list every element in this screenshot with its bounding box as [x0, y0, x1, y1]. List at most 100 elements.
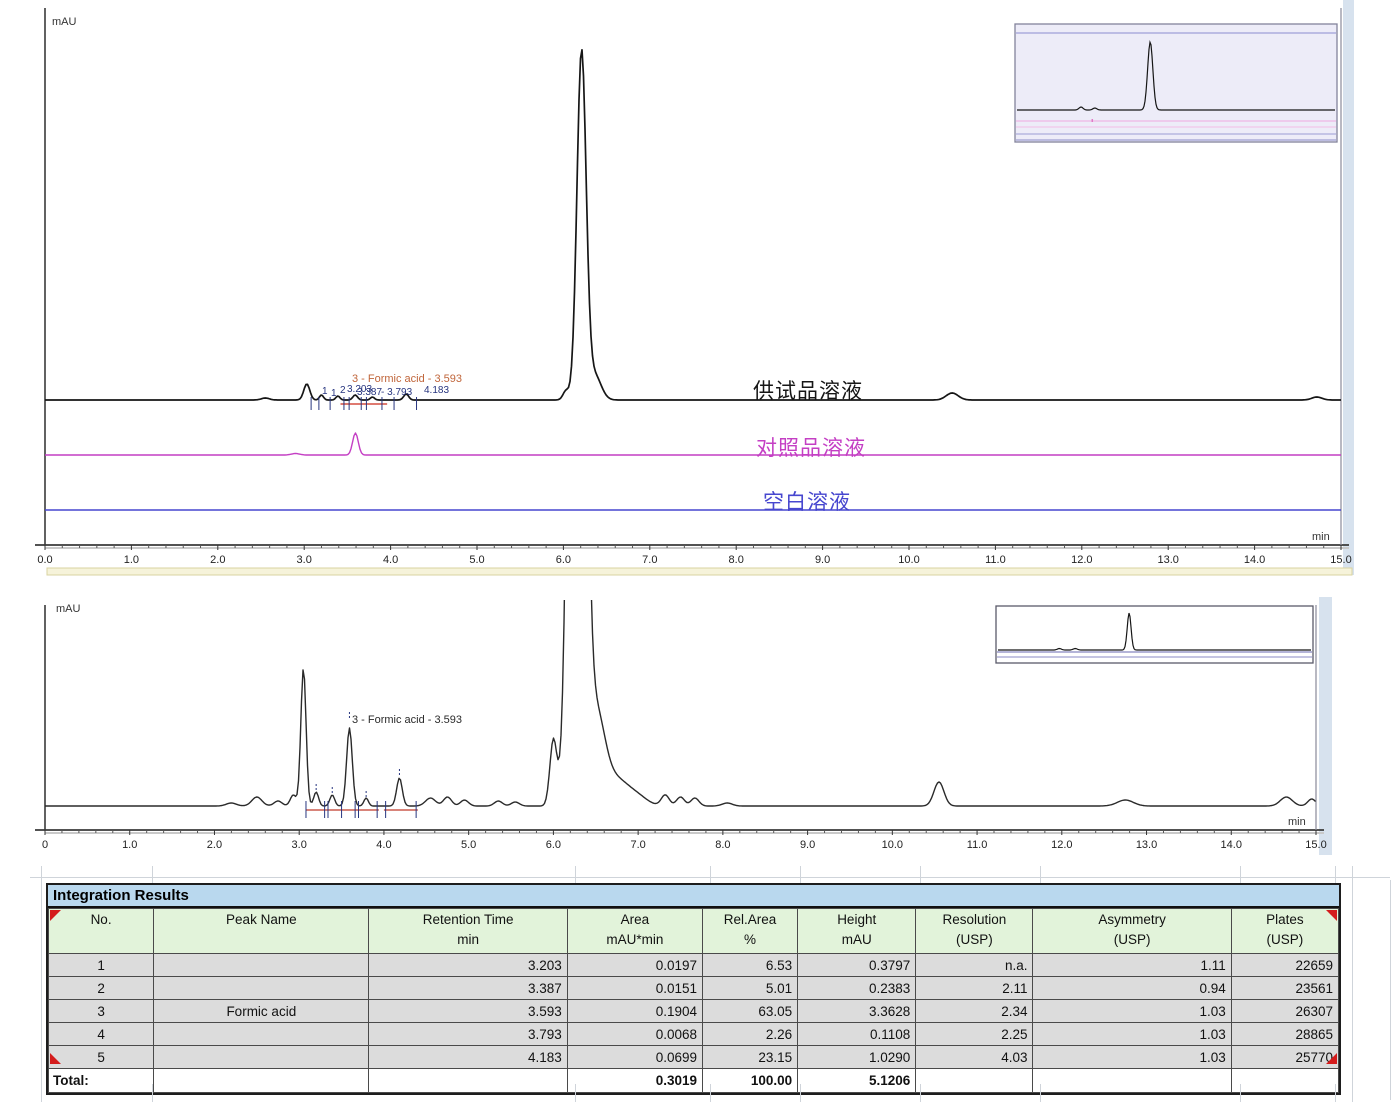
column-header: AreamAU*min — [567, 909, 702, 954]
integration-results-table: Integration Results No.Peak NameRetentio… — [46, 883, 1341, 1095]
x-tick-label: 3.0 — [277, 839, 321, 851]
x-tick-label: 0.0 — [23, 554, 67, 566]
table-cell — [916, 1069, 1033, 1093]
x-tick-label: 5.0 — [447, 839, 491, 851]
table-header-row: No.Peak NameRetention TimeminAreamAU*min… — [49, 909, 1339, 954]
table-cell — [369, 1069, 567, 1093]
gridline-remnant — [920, 866, 921, 883]
table-cell: 3.593 — [369, 1000, 567, 1023]
peak-annotation: 1 — [331, 389, 337, 399]
page-edge-strip — [1343, 0, 1354, 575]
table-cell: 0.3797 — [798, 954, 916, 977]
table-cell: 0.0068 — [567, 1023, 702, 1046]
page-edge-strip — [1319, 597, 1332, 855]
y-axis-unit-label: mAU — [56, 603, 80, 615]
sample-solution-label: 供试品溶液 — [753, 375, 863, 405]
gridline-remnant — [800, 1084, 801, 1102]
peak-annotation: 4.183 — [424, 386, 449, 396]
trace-sample-zoom — [45, 0, 1316, 806]
x-tick-label: 13.0 — [1125, 839, 1169, 851]
table-cell: 4.03 — [916, 1046, 1033, 1069]
table-cell: 63.05 — [702, 1000, 797, 1023]
integration-grid: No.Peak NameRetention TimeminAreamAU*min… — [48, 908, 1339, 1093]
x-tick-label: 10.0 — [870, 839, 914, 851]
table-cell: 26307 — [1231, 1000, 1338, 1023]
table-cell: 2.25 — [916, 1023, 1033, 1046]
gridline-remnant — [1040, 866, 1041, 883]
table-cell — [154, 954, 369, 977]
x-tick-label: 15.0 — [1294, 839, 1338, 851]
table-cell: 1 — [49, 954, 154, 977]
gridline-remnant — [575, 866, 576, 883]
x-tick-label: 2.0 — [196, 554, 240, 566]
table-cell: 3.203 — [369, 954, 567, 977]
chromatography-report-page: mAU min mAU min 供试品溶液 对照品溶液 空白溶液 Integra… — [0, 0, 1397, 1107]
gridline-remnant — [152, 866, 153, 883]
x-tick-label: 12.0 — [1040, 839, 1084, 851]
table-cell: 23561 — [1231, 977, 1338, 1000]
gridline-remnant — [1335, 1084, 1336, 1102]
table-cell: 25770 — [1231, 1046, 1338, 1069]
table-cell: 5 — [49, 1046, 154, 1069]
table-cell: Formic acid — [154, 1000, 369, 1023]
table-cell: Total: — [49, 1069, 154, 1093]
thumbnail-inset — [996, 606, 1313, 663]
x-axis-unit-label: min — [1312, 531, 1330, 543]
print-area-marker-icon — [1326, 1053, 1337, 1064]
table-cell: 1.11 — [1033, 954, 1231, 977]
x-tick-label: 8.0 — [701, 839, 745, 851]
x-tick-label: 2.0 — [192, 839, 236, 851]
x-tick-label: 3.0 — [282, 554, 326, 566]
table-cell: 28865 — [1231, 1023, 1338, 1046]
x-tick-label: 11.0 — [973, 554, 1017, 566]
peak-annotation: 1 — [322, 387, 328, 397]
table-cell: 0.0699 — [567, 1046, 702, 1069]
table-cell: 100.00 — [702, 1069, 797, 1093]
table-cell: 0.3019 — [567, 1069, 702, 1093]
gridline-remnant — [920, 1084, 921, 1102]
table-cell: 3.3628 — [798, 1000, 916, 1023]
x-tick-label: 6.0 — [531, 839, 575, 851]
x-tick-label: 7.0 — [628, 554, 672, 566]
blank-solution-label: 空白溶液 — [763, 486, 851, 516]
print-area-marker-icon — [50, 910, 61, 921]
table-cell: 2.34 — [916, 1000, 1033, 1023]
peak-annotation: 2 — [340, 386, 346, 396]
table-cell: 6.53 — [702, 954, 797, 977]
x-tick-label: 7.0 — [616, 839, 660, 851]
table-cell — [154, 1046, 369, 1069]
table-row: 54.1830.069923.151.02904.031.0325770 — [49, 1046, 1339, 1069]
column-header: Rel.Area% — [702, 909, 797, 954]
x-tick-label: 1.0 — [109, 554, 153, 566]
x-tick-label: 13.0 — [1146, 554, 1190, 566]
column-header: Retention Timemin — [369, 909, 567, 954]
trace-reference — [45, 433, 1341, 455]
table-total-row: Total:0.3019100.005.1206 — [49, 1069, 1339, 1093]
gridline-remnant — [1040, 1084, 1041, 1102]
gridline-remnant — [41, 866, 42, 1102]
x-tick-label: 0 — [23, 839, 67, 851]
peak-annotation: 3 - Formic acid - 3.593 — [352, 715, 462, 726]
gridline-remnant — [800, 866, 801, 883]
column-header: Asymmetry(USP) — [1033, 909, 1231, 954]
reference-solution-label: 对照品溶液 — [756, 432, 866, 462]
peak-annotation: - 3.793 — [381, 388, 412, 398]
table-cell: 3.387 — [369, 977, 567, 1000]
x-tick-label: 11.0 — [955, 839, 999, 851]
x-tick-label: 5.0 — [455, 554, 499, 566]
table-cell: 0.0151 — [567, 977, 702, 1000]
x-tick-label: 14.0 — [1233, 554, 1277, 566]
table-cell: 1.03 — [1033, 1023, 1231, 1046]
table-cell — [1033, 1069, 1231, 1093]
gridline-remnant — [1240, 1084, 1241, 1102]
gridline-remnant — [1352, 866, 1353, 1102]
inset-trace — [1017, 42, 1335, 110]
x-tick-label: 8.0 — [714, 554, 758, 566]
column-header: Peak Name — [154, 909, 369, 954]
table-row: 43.7930.00682.260.11082.251.0328865 — [49, 1023, 1339, 1046]
table-cell: 2 — [49, 977, 154, 1000]
table-cell: 0.1904 — [567, 1000, 702, 1023]
axis-band — [47, 568, 1352, 575]
table-row: 23.3870.01515.010.23832.110.9423561 — [49, 977, 1339, 1000]
table-cell: 1.03 — [1033, 1046, 1231, 1069]
